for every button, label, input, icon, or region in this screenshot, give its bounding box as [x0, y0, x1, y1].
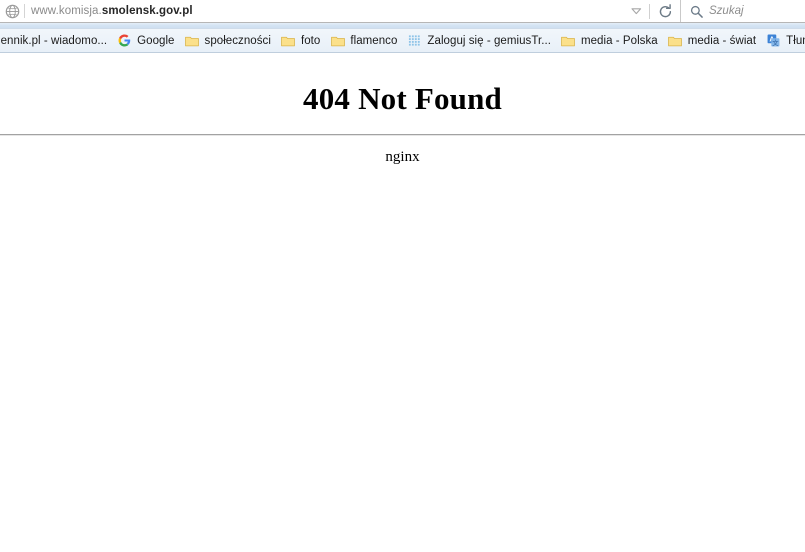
bookmark-folder-media-polska[interactable]: media - Polska — [556, 31, 663, 51]
svg-text:文: 文 — [772, 38, 779, 47]
folder-icon — [281, 34, 296, 48]
bookmark-item-tlumacz[interactable]: A 文 Tłumacz — [761, 31, 805, 51]
bookmark-label: media - świat — [687, 34, 757, 47]
bookmark-label: Google — [137, 34, 175, 47]
browser-chrome: www.komisja.smolensk.gov.pl Szukaj ienni… — [0, 0, 805, 53]
search-bar[interactable] — [681, 0, 805, 22]
bookmark-folder-spolecznosci[interactable]: społeczności — [180, 31, 276, 51]
bookmark-folder-flamenco[interactable]: flamenco — [325, 31, 402, 51]
folder-icon — [330, 34, 345, 48]
bookmark-folder-foto[interactable]: foto — [276, 31, 325, 51]
url-prefix: www.komisja. — [31, 5, 102, 17]
google-translate-icon: A 文 — [766, 34, 781, 48]
url-text: www.komisja.smolensk.gov.pl — [31, 5, 193, 17]
bookmark-item-dziennik[interactable]: iennik.pl - wiadomo... — [0, 31, 112, 51]
page-content: 404 Not Found nginx — [0, 53, 805, 552]
bookmark-label: Tłumacz — [786, 34, 805, 47]
folder-icon — [561, 34, 576, 48]
folder-icon — [185, 34, 200, 48]
globe-icon — [2, 0, 22, 22]
page-title: 404 Not Found — [303, 81, 502, 116]
bookmark-label: iennik.pl - wiadomo... — [0, 34, 108, 47]
chevron-down-icon[interactable] — [623, 0, 649, 22]
folder-icon — [668, 34, 683, 48]
bookmark-label: społeczności — [204, 34, 271, 47]
search-icon — [690, 4, 703, 18]
bookmark-label: flamenco — [350, 34, 398, 47]
bookmark-label: media - Polska — [580, 34, 658, 47]
bookmark-item-google[interactable]: Google — [112, 31, 179, 51]
google-g-icon — [117, 34, 132, 48]
search-input[interactable] — [709, 5, 805, 17]
url-domain: smolensk.gov.pl — [101, 5, 193, 17]
server-signature: nginx — [385, 149, 420, 166]
bookmarks-bar: iennik.pl - wiadomo... Google społecznoś… — [0, 29, 805, 53]
bookmark-folder-media-swiat[interactable]: media - świat — [663, 31, 761, 51]
gemius-grid-icon — [407, 34, 422, 48]
bookmark-label: Zaloguj się - gemiusTr... — [427, 34, 551, 47]
bookmark-label: foto — [300, 34, 321, 47]
reload-icon[interactable] — [650, 0, 680, 22]
url-bar[interactable]: www.komisja.smolensk.gov.pl — [0, 0, 681, 22]
bookmark-item-gemius[interactable]: Zaloguj się - gemiusTr... — [402, 31, 556, 51]
url-bar-separator — [24, 4, 25, 18]
navigation-bar: www.komisja.smolensk.gov.pl — [0, 0, 805, 23]
